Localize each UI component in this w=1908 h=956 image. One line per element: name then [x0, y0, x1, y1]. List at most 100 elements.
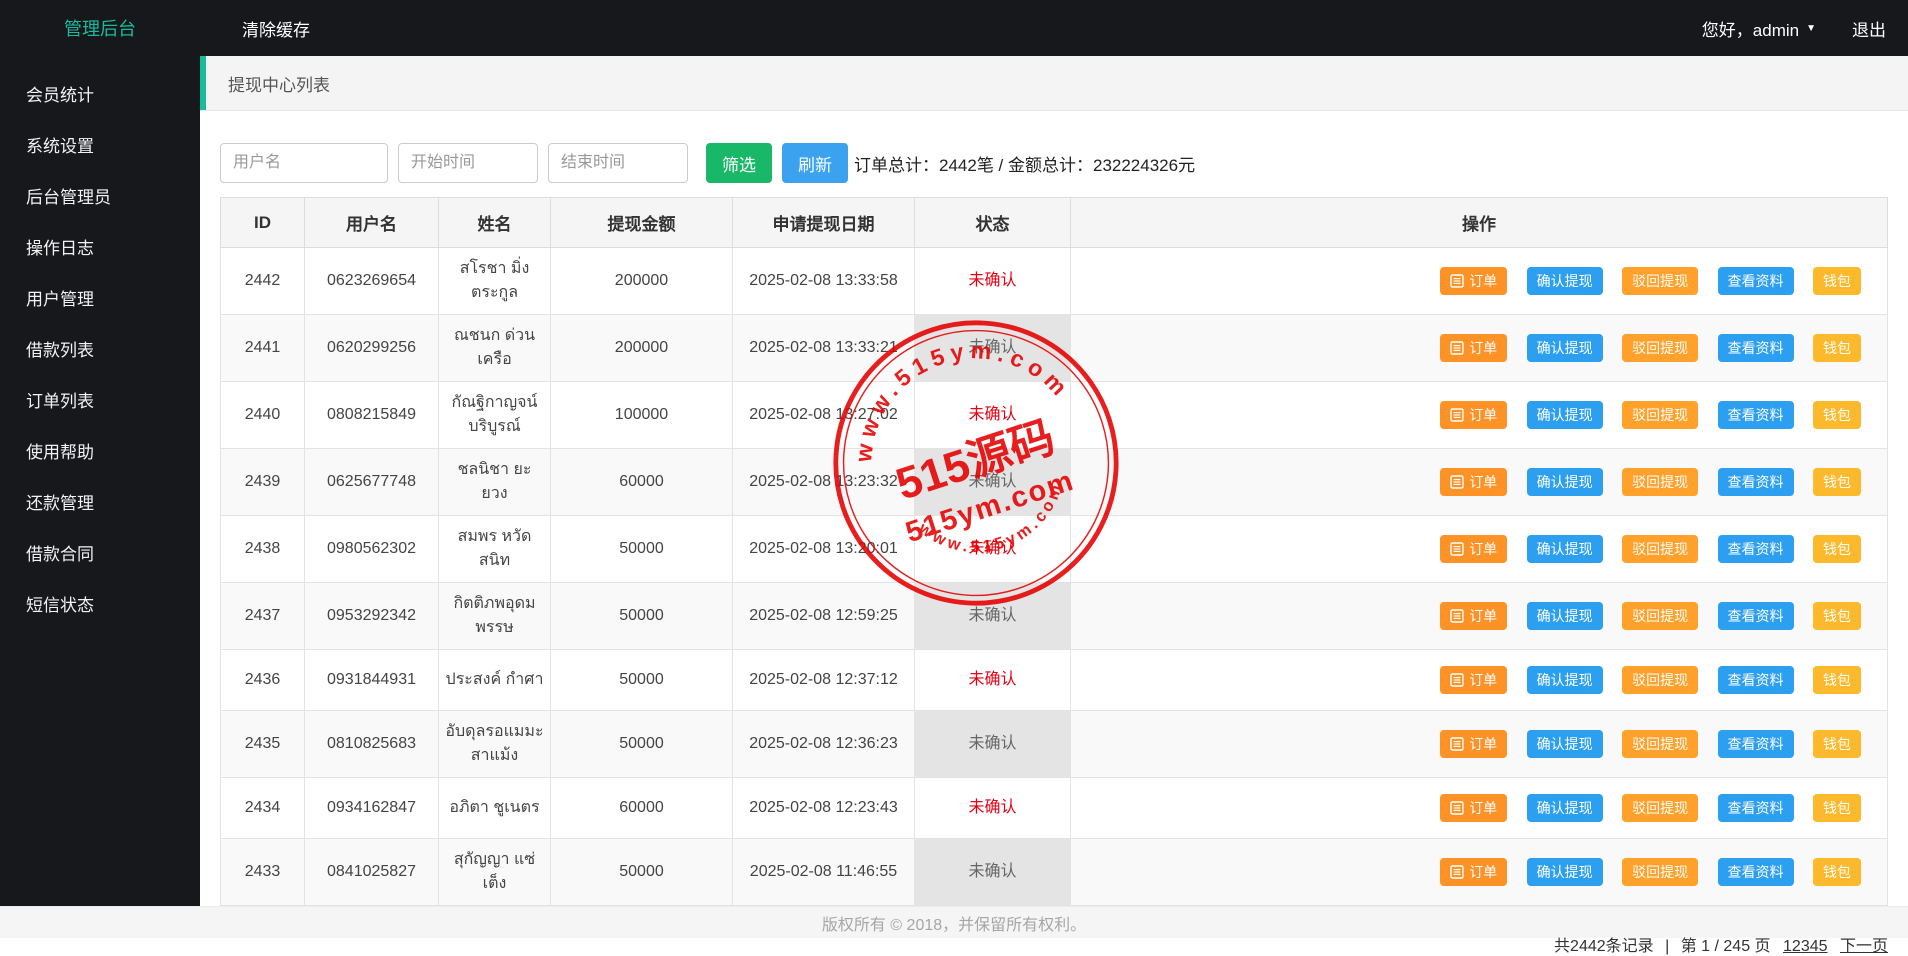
cell-amount: 60000	[551, 449, 733, 516]
confirm-withdraw-button[interactable]: 确认提现	[1527, 602, 1603, 630]
sidebar-item-repayment-management[interactable]: 还款管理	[0, 476, 200, 527]
order-button[interactable]: 订单	[1440, 334, 1507, 362]
cell-name: สโรชา มิ่งตระกูล	[439, 248, 551, 315]
order-button[interactable]: 订单	[1440, 730, 1507, 758]
end-time-input[interactable]	[548, 143, 688, 183]
reject-withdraw-button[interactable]: 驳回提现	[1622, 858, 1698, 886]
confirm-withdraw-button[interactable]: 确认提现	[1527, 401, 1603, 429]
confirm-button-label: 确认提现	[1537, 798, 1593, 818]
order-button[interactable]: 订单	[1440, 267, 1507, 295]
page-link-3[interactable]: 3	[1801, 938, 1810, 955]
cell-username: 0980562302	[305, 516, 439, 583]
view-profile-button[interactable]: 查看资料	[1718, 602, 1794, 630]
wallet-button[interactable]: 钱包	[1813, 602, 1861, 630]
wallet-button[interactable]: 钱包	[1813, 267, 1861, 295]
cell-id: 2442	[221, 248, 305, 315]
reject-withdraw-button[interactable]: 驳回提现	[1622, 730, 1698, 758]
reject-button-label: 驳回提现	[1632, 539, 1688, 559]
cell-amount: 200000	[551, 248, 733, 315]
sidebar-item-sms-status[interactable]: 短信状态	[0, 578, 200, 629]
wallet-button[interactable]: 钱包	[1813, 666, 1861, 694]
reject-withdraw-button[interactable]: 驳回提现	[1622, 334, 1698, 362]
order-button[interactable]: 订单	[1440, 858, 1507, 886]
view-profile-button[interactable]: 查看资料	[1718, 468, 1794, 496]
wallet-button[interactable]: 钱包	[1813, 535, 1861, 563]
username-input[interactable]	[220, 143, 388, 183]
view-profile-button[interactable]: 查看资料	[1718, 666, 1794, 694]
page-link-1[interactable]: 1	[1783, 938, 1792, 955]
order-button[interactable]: 订单	[1440, 666, 1507, 694]
sidebar-item-loan-list[interactable]: 借款列表	[0, 323, 200, 374]
order-button[interactable]: 订单	[1440, 401, 1507, 429]
cell-actions: 订单 确认提现 驳回提现 查看资料 钱包	[1071, 583, 1888, 650]
view-profile-button[interactable]: 查看资料	[1718, 267, 1794, 295]
sidebar-item-user-management[interactable]: 用户管理	[0, 272, 200, 323]
reject-withdraw-button[interactable]: 驳回提现	[1622, 468, 1698, 496]
reject-withdraw-button[interactable]: 驳回提现	[1622, 666, 1698, 694]
view-profile-button[interactable]: 查看资料	[1718, 730, 1794, 758]
order-button[interactable]: 订单	[1440, 794, 1507, 822]
confirm-withdraw-button[interactable]: 确认提现	[1527, 730, 1603, 758]
reject-withdraw-button[interactable]: 驳回提现	[1622, 401, 1698, 429]
view-button-label: 查看资料	[1728, 670, 1784, 690]
view-profile-button[interactable]: 查看资料	[1718, 794, 1794, 822]
page-link-4[interactable]: 4	[1810, 938, 1819, 955]
sidebar-item-loan-contract[interactable]: 借款合同	[0, 527, 200, 578]
confirm-withdraw-button[interactable]: 确认提现	[1527, 468, 1603, 496]
cell-username: 0953292342	[305, 583, 439, 650]
confirm-withdraw-button[interactable]: 确认提现	[1527, 267, 1603, 295]
sidebar: 会员统计系统设置后台管理员操作日志用户管理借款列表订单列表使用帮助还款管理借款合…	[0, 56, 200, 906]
sidebar-item-member-stats[interactable]: 会员统计	[0, 68, 200, 119]
view-profile-button[interactable]: 查看资料	[1718, 535, 1794, 563]
order-button[interactable]: 订单	[1440, 468, 1507, 496]
reject-withdraw-button[interactable]: 驳回提现	[1622, 267, 1698, 295]
wallet-button[interactable]: 钱包	[1813, 468, 1861, 496]
order-button[interactable]: 订单	[1440, 535, 1507, 563]
start-time-input[interactable]	[398, 143, 538, 183]
page-link-2[interactable]: 2	[1792, 938, 1801, 955]
confirm-button-label: 确认提现	[1537, 606, 1593, 626]
order-button-label: 订单	[1469, 405, 1497, 425]
order-button[interactable]: 订单	[1440, 602, 1507, 630]
confirm-withdraw-button[interactable]: 确认提现	[1527, 858, 1603, 886]
confirm-withdraw-button[interactable]: 确认提现	[1527, 535, 1603, 563]
wallet-button[interactable]: 钱包	[1813, 794, 1861, 822]
wallet-button[interactable]: 钱包	[1813, 858, 1861, 886]
cell-status: 未确认	[915, 711, 1071, 778]
wallet-button[interactable]: 钱包	[1813, 401, 1861, 429]
confirm-withdraw-button[interactable]: 确认提现	[1527, 334, 1603, 362]
cell-amount: 50000	[551, 650, 733, 711]
cell-id: 2437	[221, 583, 305, 650]
reject-withdraw-button[interactable]: 驳回提现	[1622, 535, 1698, 563]
reject-withdraw-button[interactable]: 驳回提现	[1622, 794, 1698, 822]
reject-withdraw-button[interactable]: 驳回提现	[1622, 602, 1698, 630]
sidebar-item-order-list[interactable]: 订单列表	[0, 374, 200, 425]
cell-name: สุกัญญา แซ่เต็ง	[439, 839, 551, 906]
user-dropdown[interactable]: 您好，admin ▼	[1702, 16, 1816, 41]
cell-id: 2436	[221, 650, 305, 711]
table-row: 2435 0810825683 อับดุลรอแมมะสาแม้ง 50000…	[221, 711, 1888, 778]
refresh-button[interactable]: 刷新	[782, 143, 848, 183]
sidebar-item-system-settings[interactable]: 系统设置	[0, 119, 200, 170]
view-profile-button[interactable]: 查看资料	[1718, 334, 1794, 362]
confirm-withdraw-button[interactable]: 确认提现	[1527, 666, 1603, 694]
next-page-link[interactable]: 下一页	[1840, 938, 1888, 955]
wallet-button[interactable]: 钱包	[1813, 730, 1861, 758]
page-link-5[interactable]: 5	[1819, 938, 1828, 955]
logout-link[interactable]: 退出	[1852, 16, 1886, 41]
cell-actions: 订单 确认提现 驳回提现 查看资料 钱包	[1071, 382, 1888, 449]
view-profile-button[interactable]: 查看资料	[1718, 858, 1794, 886]
confirm-withdraw-button[interactable]: 确认提现	[1527, 794, 1603, 822]
wallet-button[interactable]: 钱包	[1813, 334, 1861, 362]
table-row: 2436 0931844931 ประสงค์ กำศา 50000 2025-…	[221, 650, 1888, 711]
brand-title[interactable]: 管理后台	[0, 15, 200, 41]
sidebar-item-admin-managers[interactable]: 后台管理员	[0, 170, 200, 221]
clear-cache-link[interactable]: 清除缓存	[242, 16, 310, 41]
sidebar-item-help[interactable]: 使用帮助	[0, 425, 200, 476]
confirm-button-label: 确认提现	[1537, 539, 1593, 559]
wallet-button-label: 钱包	[1823, 670, 1851, 690]
column-header: 用户名	[305, 198, 439, 248]
filter-button[interactable]: 筛选	[706, 143, 772, 183]
sidebar-item-operation-logs[interactable]: 操作日志	[0, 221, 200, 272]
view-profile-button[interactable]: 查看资料	[1718, 401, 1794, 429]
